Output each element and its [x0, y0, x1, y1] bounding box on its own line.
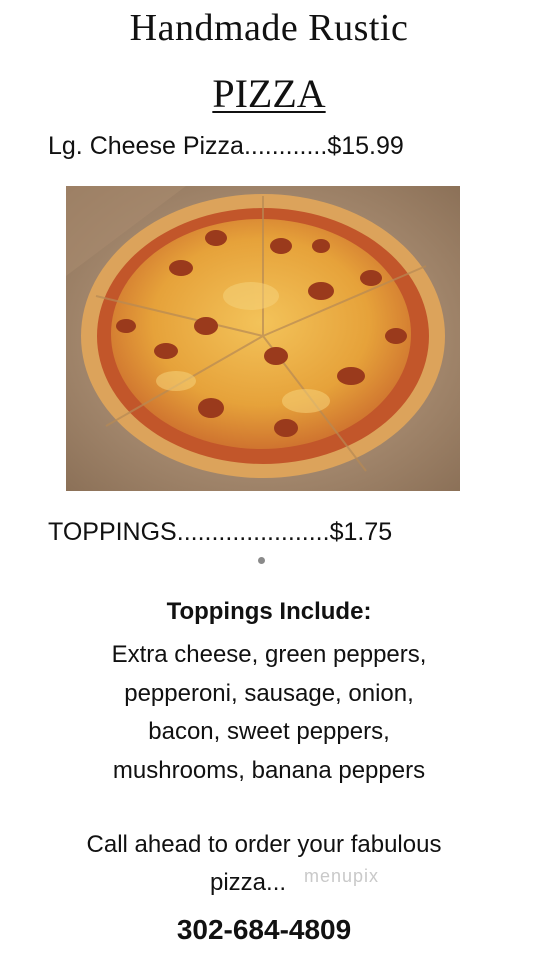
phone-number[interactable]: 302-684-4809 [0, 914, 528, 946]
toppings-price: $1.75 [329, 518, 393, 546]
toppings-price-line: TOPPINGS......................$1.75 [48, 518, 392, 547]
title-line-2: PIZZA [0, 70, 538, 117]
cheese-pizza-label: Lg. Cheese Pizza [48, 132, 244, 160]
toppings-line: bacon, sweet peppers, [148, 718, 390, 745]
toppings-line: Extra cheese, green peppers, [111, 641, 427, 668]
pizza-cheese [111, 219, 411, 449]
toppings-line: pepperoni, sausage, onion, [124, 680, 414, 707]
title-pizza-text: PIZZA [212, 71, 326, 116]
call-ahead-line-2: pizza... [210, 869, 287, 896]
cheese-pizza-price-line: Lg. Cheese Pizza............$15.99 [48, 132, 404, 161]
toppings-include-heading: Toppings Include: [166, 598, 372, 625]
cheese-pizza-price: $15.99 [327, 132, 404, 160]
pizza-illustration [66, 186, 460, 491]
menupix-watermark: menupix [304, 866, 380, 886]
pizza-photo [66, 186, 460, 491]
cheese-pizza-leader: ............ [243, 132, 328, 160]
toppings-leader: ...................... [176, 518, 330, 546]
toppings-line: mushrooms, banana peppers [112, 757, 426, 784]
bullet-dot [258, 557, 265, 564]
title-line-1: Handmade Rustic [129, 7, 409, 49]
call-ahead-line-1: Call ahead to order your fabulous [86, 831, 442, 858]
toppings-label: TOPPINGS [48, 518, 177, 546]
